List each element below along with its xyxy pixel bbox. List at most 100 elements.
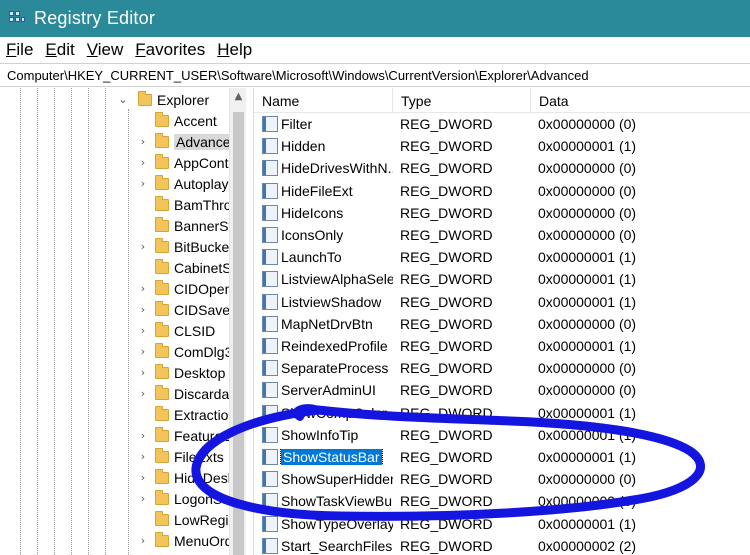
value-type: REG_DWORD bbox=[400, 426, 493, 443]
tree-node-label: HideDesk bbox=[174, 469, 232, 486]
value-name-cell[interactable]: Start_SearchFiles bbox=[262, 537, 393, 554]
list-item[interactable]: ShowCompColor REG_DWORD 0x00000001 (1) bbox=[254, 402, 750, 424]
list-item[interactable]: SeparateProcess REG_DWORD 0x00000000 (0) bbox=[254, 357, 750, 379]
folder-icon bbox=[155, 406, 169, 421]
value-name-cell[interactable]: ListviewAlphaSele... bbox=[262, 271, 393, 288]
list-item[interactable]: ListviewAlphaSele... REG_DWORD 0x00000001 … bbox=[254, 268, 750, 290]
value-data: 0x00000000 (0) bbox=[538, 315, 637, 332]
column-header-data[interactable]: Data bbox=[531, 88, 750, 113]
value-name: SeparateProcess bbox=[281, 360, 389, 377]
column-header-type[interactable]: Type bbox=[393, 88, 531, 113]
reg-dword-icon bbox=[262, 182, 278, 199]
pane-splitter[interactable] bbox=[246, 88, 254, 555]
tree-guide-line bbox=[20, 88, 21, 555]
menu-file[interactable]: File bbox=[6, 40, 33, 60]
value-name-cell[interactable]: HideDrivesWithN... bbox=[262, 160, 393, 177]
list-item[interactable]: ShowStatusBar REG_DWORD 0x00000001 (1) bbox=[254, 446, 750, 468]
chevron-right-icon[interactable]: › bbox=[138, 345, 148, 358]
chevron-right-icon[interactable]: › bbox=[138, 282, 148, 295]
list-item[interactable]: HideDrivesWithN... REG_DWORD 0x00000000 (0… bbox=[254, 157, 750, 179]
scrollbar-thumb[interactable] bbox=[233, 112, 244, 555]
value-name-cell[interactable]: ShowTaskViewBu... bbox=[262, 493, 393, 510]
list-item[interactable]: Start_SearchFiles REG_DWORD 0x00000002 (2) bbox=[254, 535, 750, 555]
tree-node-label: LogonSta bbox=[174, 490, 232, 507]
scroll-up-arrow-icon[interactable]: ▲ bbox=[230, 88, 247, 105]
address-bar[interactable]: Computer\HKEY_CURRENT_USER\Software\Micr… bbox=[0, 63, 750, 87]
value-name-cell[interactable]: IconsOnly bbox=[262, 227, 393, 243]
value-name-cell[interactable]: MapNetDrvBtn bbox=[262, 315, 393, 332]
tree-node-label: ComDlg3 bbox=[174, 343, 232, 360]
value-name-cell[interactable]: ReindexedProfile bbox=[262, 338, 393, 354]
list-item[interactable]: HideFileExt REG_DWORD 0x00000000 (0) bbox=[254, 180, 750, 202]
chevron-down-icon[interactable]: ⌄ bbox=[118, 93, 128, 106]
value-name-cell[interactable]: ListviewShadow bbox=[262, 293, 393, 310]
value-name-cell[interactable]: SeparateProcess bbox=[262, 360, 393, 377]
title-bar[interactable]: Registry Editor bbox=[0, 0, 750, 37]
value-name-cell[interactable]: ServerAdminUI bbox=[262, 382, 393, 399]
list-item[interactable]: ShowTypeOverlay REG_DWORD 0x00000001 (1) bbox=[254, 513, 750, 535]
list-item[interactable]: Filter REG_DWORD 0x00000000 (0) bbox=[254, 113, 750, 135]
value-name-cell[interactable]: ShowInfoTip bbox=[262, 426, 393, 443]
value-name: ServerAdminUI bbox=[281, 382, 376, 399]
folder-icon bbox=[155, 427, 169, 442]
address-path[interactable]: Computer\HKEY_CURRENT_USER\Software\Micr… bbox=[7, 68, 589, 83]
value-name-cell[interactable]: Hidden bbox=[262, 138, 393, 155]
value-name-cell[interactable]: LaunchTo bbox=[262, 249, 393, 266]
value-name-cell[interactable]: ShowTypeOverlay bbox=[262, 515, 393, 532]
tree-node-label: Discardab bbox=[174, 385, 232, 402]
list-item[interactable]: Hidden REG_DWORD 0x00000001 (1) bbox=[254, 135, 750, 157]
menu-favorites[interactable]: Favorites bbox=[135, 40, 205, 60]
value-name-cell[interactable]: ShowStatusBar bbox=[262, 449, 393, 465]
chevron-right-icon[interactable]: › bbox=[138, 240, 148, 253]
chevron-right-icon[interactable]: › bbox=[138, 177, 148, 190]
key-tree-pane[interactable]: ⌄ Explorer Accent › Advanced › AppCont › Autop… bbox=[0, 88, 232, 555]
chevron-right-icon[interactable]: › bbox=[138, 492, 148, 505]
value-name-cell[interactable]: HideFileExt bbox=[262, 182, 393, 199]
tree-node-label: CabinetS bbox=[174, 259, 232, 276]
chevron-right-icon[interactable]: › bbox=[138, 429, 148, 442]
folder-icon bbox=[155, 322, 169, 337]
chevron-right-icon[interactable]: › bbox=[138, 303, 148, 316]
list-item[interactable]: ServerAdminUI REG_DWORD 0x00000000 (0) bbox=[254, 379, 750, 401]
list-item[interactable]: LaunchTo REG_DWORD 0x00000001 (1) bbox=[254, 246, 750, 268]
chevron-right-icon[interactable]: › bbox=[138, 534, 148, 547]
menu-help[interactable]: Help bbox=[217, 40, 252, 60]
column-header-name[interactable]: Name bbox=[254, 88, 393, 113]
chevron-right-icon[interactable]: › bbox=[138, 324, 148, 337]
list-item[interactable]: IconsOnly REG_DWORD 0x00000000 (0) bbox=[254, 224, 750, 246]
chevron-right-icon[interactable]: › bbox=[138, 156, 148, 169]
folder-icon bbox=[155, 175, 169, 190]
chevron-right-icon[interactable]: › bbox=[138, 450, 148, 463]
list-item[interactable]: HideIcons REG_DWORD 0x00000000 (0) bbox=[254, 202, 750, 224]
menu-view[interactable]: View bbox=[87, 40, 124, 60]
list-item[interactable]: ListviewShadow REG_DWORD 0x00000001 (1) bbox=[254, 291, 750, 313]
chevron-right-icon[interactable]: › bbox=[138, 471, 148, 484]
value-name: ShowInfoTip bbox=[281, 426, 359, 443]
tree-scrollbar[interactable]: ▲ bbox=[229, 88, 246, 555]
menu-edit[interactable]: Edit bbox=[45, 40, 74, 60]
value-data: 0x00000000 (0) bbox=[538, 493, 637, 510]
value-data: 0x00000001 (1) bbox=[538, 338, 637, 354]
folder-icon bbox=[155, 343, 169, 358]
value-name-cell[interactable]: ShowCompColor bbox=[262, 404, 393, 421]
value-name-cell[interactable]: HideIcons bbox=[262, 204, 393, 221]
list-item[interactable]: ShowTaskViewBu... REG_DWORD 0x00000000 (0) bbox=[254, 490, 750, 512]
list-item[interactable]: MapNetDrvBtn REG_DWORD 0x00000000 (0) bbox=[254, 313, 750, 335]
value-name-cell[interactable]: ShowSuperHidden bbox=[262, 471, 393, 488]
value-data: 0x00000001 (1) bbox=[538, 426, 637, 443]
list-item[interactable]: ShowInfoTip REG_DWORD 0x00000001 (1) bbox=[254, 424, 750, 446]
value-name: ShowTaskViewBu... bbox=[281, 493, 393, 510]
folder-icon bbox=[155, 385, 169, 400]
value-name-cell[interactable]: Filter bbox=[262, 116, 393, 132]
tree-node-label: FileExts bbox=[174, 448, 224, 465]
folder-icon bbox=[155, 364, 169, 379]
list-item[interactable]: ShowSuperHidden REG_DWORD 0x00000000 (0) bbox=[254, 468, 750, 490]
reg-dword-icon bbox=[262, 315, 278, 332]
list-item[interactable]: ReindexedProfile REG_DWORD 0x00000001 (1) bbox=[254, 335, 750, 357]
chevron-right-icon[interactable]: › bbox=[138, 135, 148, 148]
value-name: ShowCompColor bbox=[281, 404, 387, 421]
chevron-right-icon[interactable]: › bbox=[138, 366, 148, 379]
value-data: 0x00000000 (0) bbox=[538, 182, 637, 199]
chevron-right-icon[interactable]: › bbox=[138, 387, 148, 400]
values-list-pane[interactable]: Name Type Data Filter REG_DWORD 0x00000000… bbox=[254, 88, 750, 555]
